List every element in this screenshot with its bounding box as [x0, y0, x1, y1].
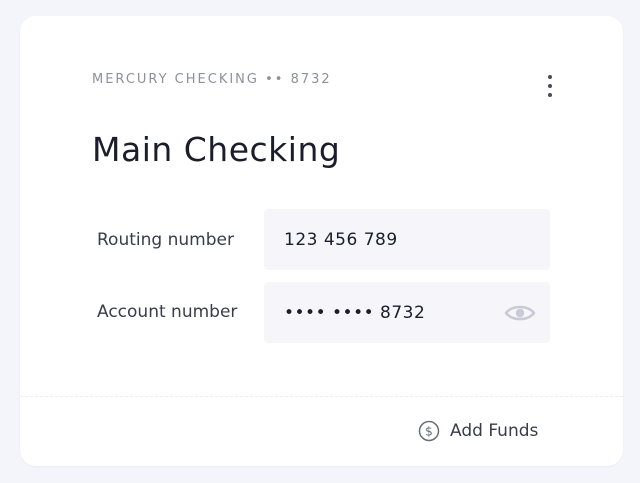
- svg-text:$: $: [425, 425, 433, 439]
- more-options-button[interactable]: [540, 70, 560, 102]
- routing-number-field[interactable]: 123 456 789: [264, 209, 550, 270]
- add-funds-label: Add Funds: [450, 421, 539, 441]
- dollar-circle-icon: $: [418, 420, 440, 442]
- account-title: Main Checking: [92, 130, 341, 169]
- vertical-ellipsis-icon-dot: [548, 93, 552, 97]
- vertical-ellipsis-icon-dot: [548, 84, 552, 88]
- eye-icon: [504, 305, 536, 320]
- account-number-field[interactable]: •••• •••• 8732: [264, 282, 550, 343]
- card-divider: [20, 396, 623, 397]
- vertical-ellipsis-icon: [548, 75, 552, 79]
- routing-number-value: 123 456 789: [284, 229, 398, 250]
- account-eyebrow: MERCURY CHECKING •• 8732: [92, 72, 332, 87]
- account-number-label: Account number: [97, 302, 238, 322]
- add-funds-button[interactable]: $ Add Funds: [418, 418, 538, 444]
- account-number-value: •••• •••• 8732: [284, 302, 426, 323]
- account-card: MERCURY CHECKING •• 8732 Main Checking R…: [20, 16, 623, 466]
- routing-number-label: Routing number: [97, 230, 234, 250]
- reveal-account-number-button[interactable]: [504, 302, 536, 324]
